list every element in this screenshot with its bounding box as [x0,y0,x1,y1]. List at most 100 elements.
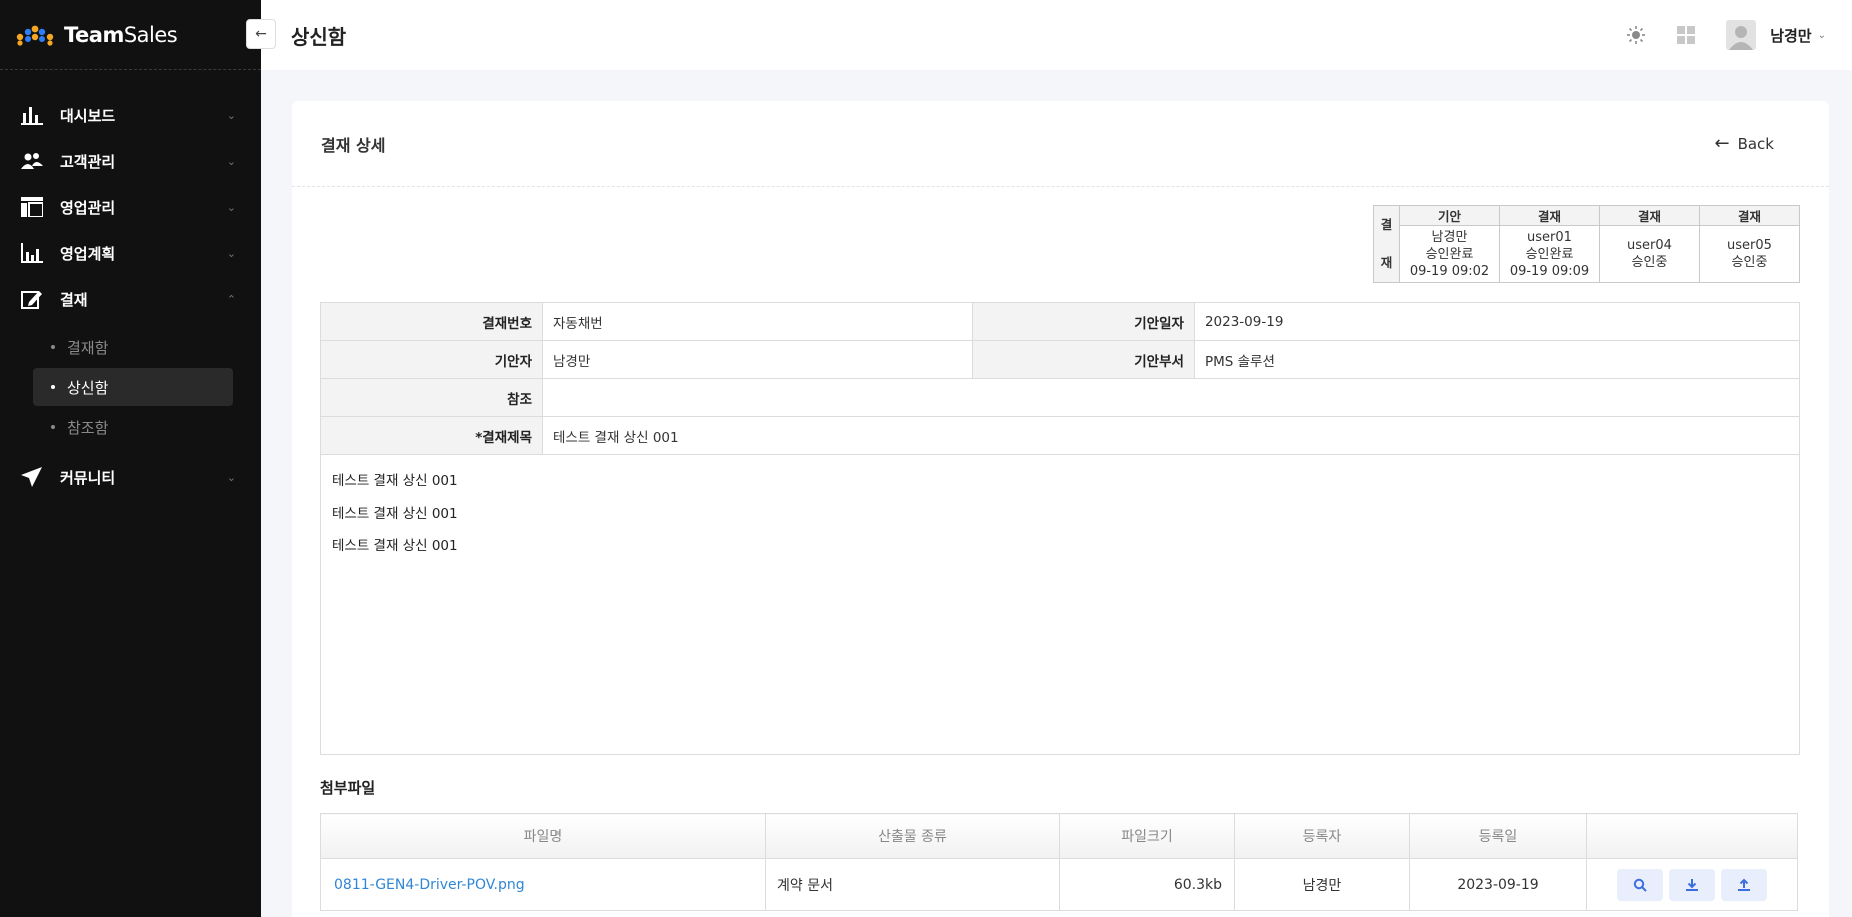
approval-side-label-1: 결 [1380,217,1393,232]
attachments-title: 첨부파일 [320,779,376,797]
arrow-left-icon: ← [255,26,267,42]
approval-cell: 남경만 승인완료 09-19 09:02 [1399,225,1500,283]
field-label: 기안부서 [971,340,1195,379]
approval-line-table: 결 재 기안 결재 결재 결재 남경만 승인완료 09-19 09:02 use… [1373,205,1800,283]
page-title: 상신함 [291,24,347,49]
sun-icon[interactable] [1624,23,1648,47]
approval-col-header: 기안 [1399,205,1500,226]
sidebar-subitem-label: 결재함 [67,338,109,357]
approval-cell: user04 승인중 [1599,225,1700,283]
card-header: 결재 상세 ← Back [292,101,1829,187]
approval-status: 승인중 [1631,255,1668,270]
sidebar-subitem-sent[interactable]: 상신함 [33,368,233,406]
grid-icon[interactable] [1674,23,1698,47]
sidebar-item-label: 커뮤니티 [60,468,116,487]
approver-name: user04 [1627,238,1672,253]
doc-no-value: 자동채번 [542,302,973,341]
approval-cell: user01 승인완료 09-19 09:09 [1499,225,1600,283]
sidebar-item-label: 고객관리 [60,152,116,171]
back-button[interactable]: ← Back [1714,133,1774,154]
approval-col-header: 결재 [1599,205,1700,226]
draft-date-value: 2023-09-19 [1193,302,1801,341]
sidebar-subitem-reference[interactable]: 참조함 [33,408,233,446]
file-actions [1586,858,1798,911]
dept-value: PMS 솔루션 [1193,340,1801,379]
edit-icon [20,287,44,311]
file-owner: 남경만 [1234,858,1410,911]
sidebar-item-label: 영업계획 [60,244,116,263]
brand-name-bold: Team [64,22,124,47]
column-header: 등록자 [1234,813,1410,859]
users-icon [20,149,44,173]
approval-time: 09-19 09:09 [1509,263,1590,279]
upload-icon [1738,878,1751,891]
back-label: Back [1737,134,1774,153]
ref-value [542,378,1800,417]
chevron-down-icon: ⌄ [226,108,236,122]
layout-icon [20,195,44,219]
sidebar-nav: 대시보드 ⌄ 고객관리 ⌄ 영업관리 ⌄ 영업계획 ⌄ 결재 ⌃ 결재함 상신함… [0,70,261,500]
approver-name: user01 [1527,229,1572,245]
column-header [1586,813,1798,859]
column-header: 파일명 [320,813,766,859]
chevron-down-icon: ⌄ [226,470,236,484]
chevron-down-icon: ⌄ [226,200,236,214]
approval-col-header: 결재 [1699,205,1800,226]
approval-col-header: 결재 [1499,205,1600,226]
approver-name: 남경만 [1431,229,1468,245]
bullet-icon [51,425,55,429]
sidebar-item-customers[interactable]: 고객관리 ⌄ [0,138,261,184]
chevron-down-icon[interactable]: ⌄ [1818,30,1826,41]
approval-status: 승인완료 [1425,246,1474,262]
approval-body: 테스트 결재 상신 001 테스트 결재 상신 001 테스트 결재 상신 00… [320,455,1800,755]
sidebar-item-sales[interactable]: 영업관리 ⌄ [0,184,261,230]
sidebar: TeamSales 대시보드 ⌄ 고객관리 ⌄ 영업관리 ⌄ 영업계획 ⌄ 결재… [0,0,261,917]
sidebar-item-dashboard[interactable]: 대시보드 ⌄ [0,92,261,138]
sidebar-item-approval[interactable]: 결재 ⌃ [0,276,261,322]
preview-button[interactable] [1616,868,1663,901]
sidebar-item-plan[interactable]: 영업계획 ⌄ [0,230,261,276]
header-actions: 남경만 ⌄ [1598,20,1826,50]
approval-detail-card: 결재 상세 ← Back 결 재 기안 결재 결재 결재 남경만 승인완료 09… [292,101,1829,917]
download-icon [1686,878,1698,891]
field-label: 참조 [320,378,543,417]
field-label: 기안일자 [971,302,1195,341]
drafter-value: 남경만 [542,340,973,379]
field-label: 결재번호 [320,302,543,341]
search-icon [1633,878,1647,892]
arrow-left-icon: ← [1714,133,1730,154]
card-title: 결재 상세 [321,135,386,155]
approval-time: 09-19 09:02 [1409,263,1490,279]
file-date: 2023-09-19 [1409,858,1587,911]
sidebar-collapse-button[interactable]: ← [246,19,276,49]
chevron-up-icon: ⌃ [226,292,236,306]
field-label: 기안자 [320,340,543,379]
top-header: ← 상신함 남경만 ⌄ [246,0,1852,70]
approval-info-table: 결재번호 자동채번 기안일자 2023-09-19 기안자 남경만 기안부서 P… [320,302,1801,455]
file-size: 60.3kb [1059,858,1235,911]
avatar[interactable] [1726,20,1757,50]
chevron-down-icon: ⌄ [226,246,236,260]
body-line: 테스트 결재 상신 001 [332,538,458,554]
approval-side-label: 결 재 [1373,205,1400,283]
brand[interactable]: TeamSales [0,0,261,70]
chevron-down-icon: ⌄ [226,154,236,168]
user-name[interactable]: 남경만 [1770,25,1811,46]
bullet-icon [51,345,55,349]
sidebar-item-label: 영업관리 [60,198,116,217]
file-type: 계약 문서 [765,858,1060,911]
body-line: 테스트 결재 상신 001 [332,505,458,522]
file-name-link[interactable]: 0811-GEN4-Driver-POV.png [320,858,766,911]
body-line: 테스트 결재 상신 001 [332,473,458,489]
send-icon [20,465,44,489]
sidebar-subitem-label: 참조함 [67,418,109,437]
table-row: 0811-GEN4-Driver-POV.png 계약 문서 60.3kb 남경… [320,858,1798,911]
brand-name: TeamSales [64,22,178,47]
sidebar-subitem-label: 상신함 [67,378,109,397]
brand-name-light: Sales [123,22,178,47]
sidebar-item-label: 대시보드 [60,106,116,125]
download-button[interactable] [1669,868,1715,901]
upload-button[interactable] [1721,868,1768,901]
sidebar-subitem-inbox[interactable]: 결재함 [33,328,233,366]
sidebar-item-community[interactable]: 커뮤니티 ⌄ [0,454,261,500]
